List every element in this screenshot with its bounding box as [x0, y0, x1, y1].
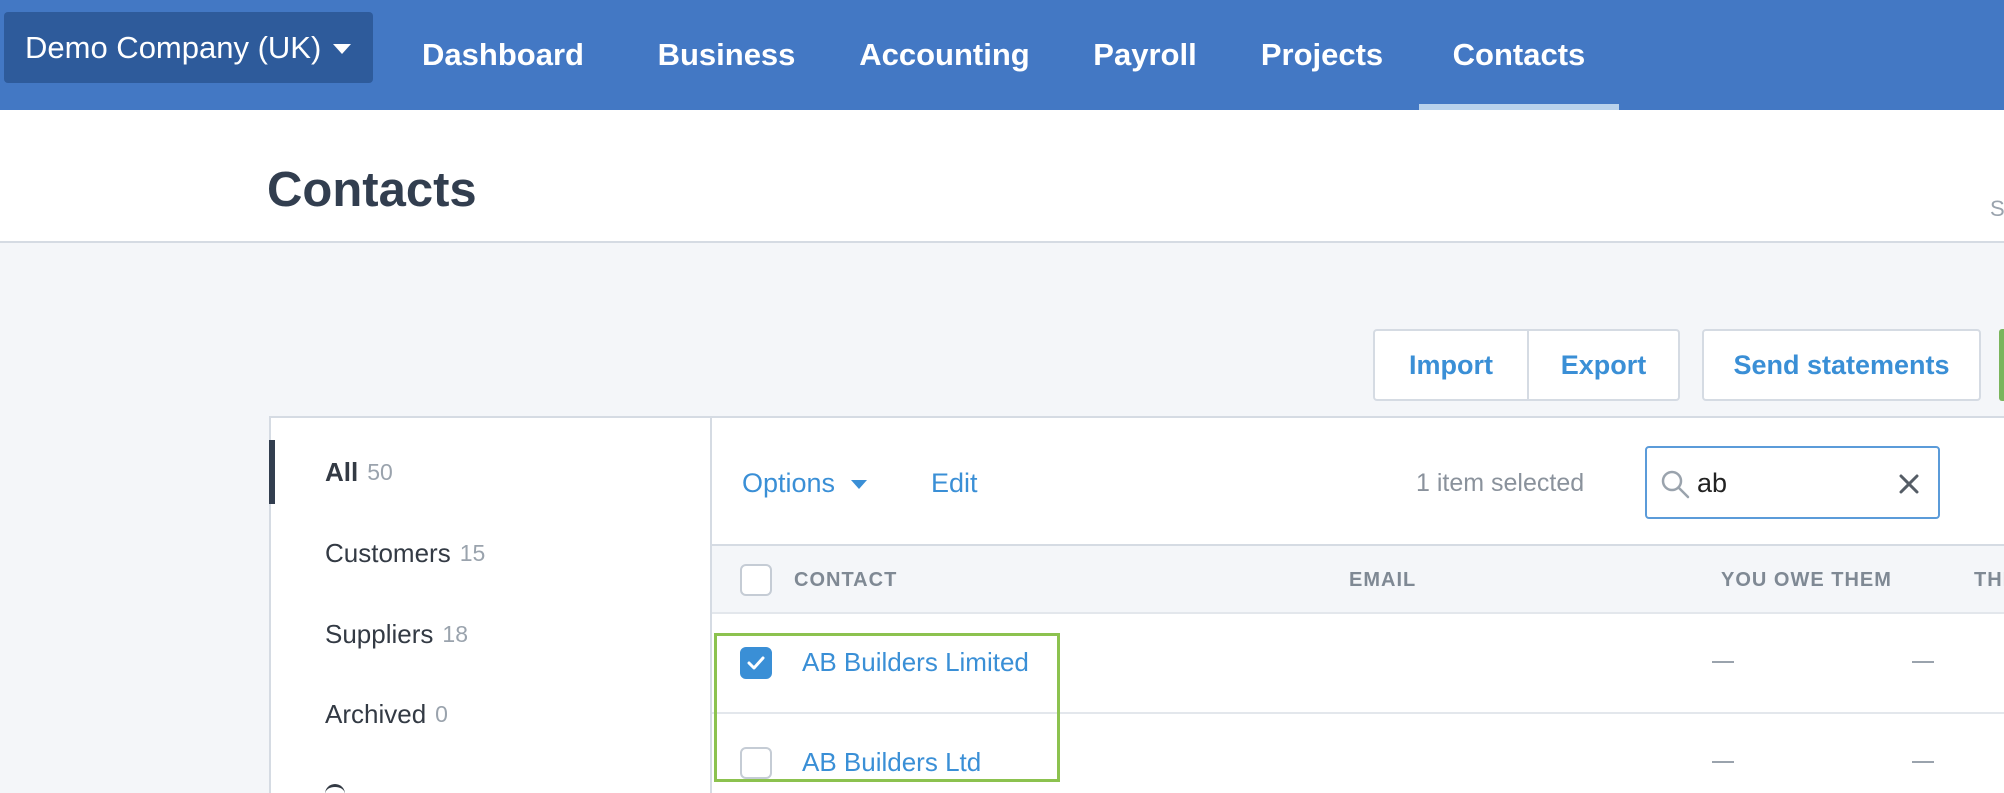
row-checkbox[interactable]	[740, 647, 772, 679]
org-name: Demo Company (UK)	[25, 29, 322, 65]
header-edge-text: S	[1990, 196, 2004, 221]
import-export-group: Import Export	[1373, 329, 1680, 401]
sidebar-item-customers[interactable]: Customers 15	[271, 521, 710, 585]
contact-groups-sidebar: All 50 Customers 15 Suppliers 18 Archive…	[269, 416, 710, 793]
sidebar-item-label: Archived	[325, 698, 427, 729]
column-you-owe-them[interactable]: YOU OWE THEM	[1721, 546, 1892, 614]
you-owe-them-value	[1712, 761, 1734, 763]
they-owe-you-value	[1912, 761, 1934, 763]
close-icon[interactable]	[1897, 472, 1921, 496]
contact-name-link[interactable]: AB Builders Limited	[802, 647, 1029, 678]
export-button[interactable]: Export	[1526, 331, 1678, 399]
sidebar-item-count: 50	[367, 458, 393, 485]
options-label: Options	[742, 467, 836, 498]
edit-button[interactable]: Edit	[931, 466, 978, 500]
table-row[interactable]: AB Builders Ltd	[712, 714, 2004, 793]
new-contact-button[interactable]	[1999, 329, 2004, 401]
nav-business[interactable]: Business	[644, 0, 809, 110]
page-title: Contacts	[267, 163, 477, 217]
checkmark-icon	[747, 656, 765, 670]
sidebar-item-count: 15	[459, 539, 486, 566]
select-all-checkbox[interactable]	[740, 564, 772, 596]
list-toolbar: Options Edit 1 item selected	[712, 418, 2004, 546]
table-header: CONTACT EMAIL YOU OWE THEM THE	[712, 546, 2004, 614]
org-switcher[interactable]: Demo Company (UK)	[4, 12, 373, 83]
sidebar-item-archived[interactable]: Archived 0	[271, 682, 710, 746]
sidebar-item-count: 18	[442, 620, 468, 647]
chevron-down-icon	[333, 43, 352, 54]
column-they-owe-you[interactable]: THE	[1974, 546, 2004, 614]
sidebar-item-suppliers[interactable]: Suppliers 18	[271, 602, 710, 666]
sidebar-item-all[interactable]: All 50	[269, 440, 710, 504]
sidebar-item-label: Suppliers	[325, 618, 434, 649]
search-box	[1645, 446, 1940, 519]
sidebar-item-label: All	[325, 456, 359, 487]
they-owe-you-value	[1912, 661, 1934, 663]
contact-name-link[interactable]: AB Builders Ltd	[802, 747, 981, 778]
nav-payroll[interactable]: Payroll	[1080, 0, 1210, 110]
page-header: Contacts S	[0, 110, 2004, 243]
sidebar-item-count: 0	[435, 700, 448, 727]
search-icon	[1661, 470, 1690, 499]
table-row[interactable]: AB Builders Limited	[712, 614, 2004, 714]
nav-accounting[interactable]: Accounting	[853, 0, 1036, 110]
nav-contacts[interactable]: Contacts	[1419, 0, 1619, 110]
sidebar-item-label: Customers	[325, 537, 451, 568]
sidebar-cut-off-item	[325, 784, 345, 793]
send-statements-group: Send statements	[1702, 329, 1981, 401]
top-nav: Demo Company (UK) Dashboard Business Acc…	[0, 0, 2004, 110]
nav-projects[interactable]: Projects	[1252, 0, 1392, 110]
you-owe-them-value	[1712, 661, 1734, 663]
search-input[interactable]	[1697, 462, 1877, 504]
contacts-panel: Options Edit 1 item selected CONTACT EMA…	[710, 416, 2004, 793]
column-contact[interactable]: CONTACT	[794, 546, 897, 614]
options-dropdown[interactable]: Options	[742, 466, 868, 500]
nav-dashboard[interactable]: Dashboard	[408, 0, 598, 110]
column-email[interactable]: EMAIL	[1349, 546, 1416, 614]
row-checkbox[interactable]	[740, 747, 772, 779]
chevron-down-icon	[851, 480, 868, 489]
import-button[interactable]: Import	[1375, 331, 1527, 399]
send-statements-button[interactable]: Send statements	[1704, 331, 1979, 399]
selection-count: 1 item selected	[1416, 468, 1585, 497]
